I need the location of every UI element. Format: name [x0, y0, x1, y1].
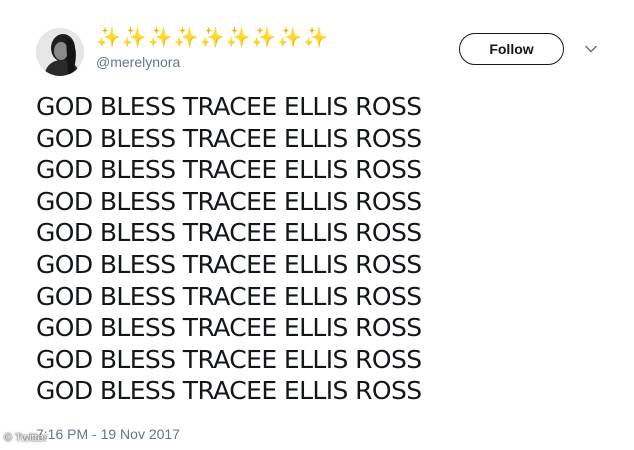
avatar-photo — [36, 28, 84, 76]
tweet-text-line: GOD BLESS TRACEE ELLIS ROSS — [36, 218, 422, 248]
display-name[interactable]: ✨✨✨✨✨✨✨✨✨ — [96, 26, 329, 50]
username-handle[interactable]: @merelynora — [96, 54, 180, 70]
tweet-text-line: GOD BLESS TRACEE ELLIS ROSS — [36, 186, 422, 216]
chevron-down-icon[interactable] — [583, 41, 599, 57]
tweet-card: ✨✨✨✨✨✨✨✨✨ @merelynora Follow GOD BLESS T… — [0, 0, 634, 450]
tweet-text-line: GOD BLESS TRACEE ELLIS ROSS — [36, 344, 422, 374]
tweet-text-line: GOD BLESS TRACEE ELLIS ROSS — [36, 123, 422, 153]
tweet-text-line: GOD BLESS TRACEE ELLIS ROSS — [36, 281, 422, 311]
tweet-timestamp[interactable]: 7:16 PM - 19 Nov 2017 — [36, 426, 180, 442]
tweet-text-line: GOD BLESS TRACEE ELLIS ROSS — [36, 92, 422, 121]
follow-button[interactable]: Follow — [459, 33, 564, 65]
tweet-text-line: GOD BLESS TRACEE ELLIS ROSS — [36, 249, 422, 279]
tweet-text-line: GOD BLESS TRACEE ELLIS ROSS — [36, 155, 422, 185]
tweet-text-line: GOD BLESS TRACEE ELLIS ROSS — [36, 376, 422, 406]
avatar[interactable] — [36, 28, 84, 76]
tweet-text-line: GOD BLESS TRACEE ELLIS ROSS — [36, 313, 422, 343]
copyright-watermark: © Twitter — [4, 432, 48, 444]
tweet-text: GOD BLESS TRACEE ELLIS ROSS GOD BLESS TR… — [36, 91, 422, 407]
